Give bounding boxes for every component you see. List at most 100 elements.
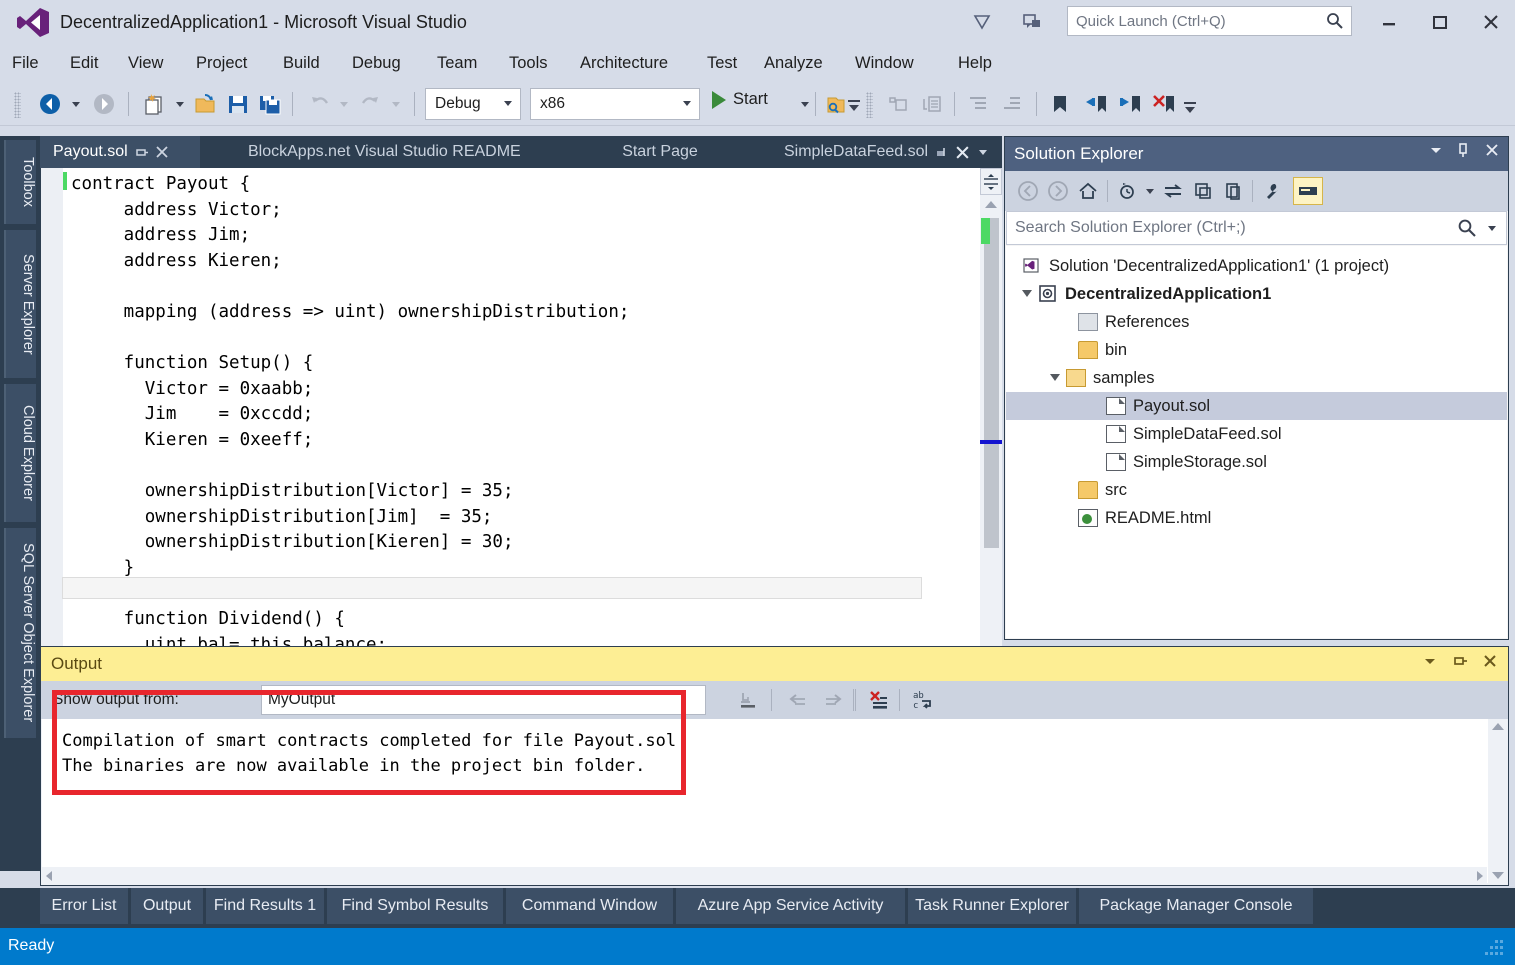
go-to-previous-message-icon[interactable]	[781, 685, 815, 715]
bottom-tab-error-list[interactable]: Error List	[40, 888, 128, 924]
back-icon[interactable]	[1013, 177, 1043, 205]
resize-grip-icon[interactable]	[1477, 938, 1507, 960]
menu-item-architecture[interactable]: Architecture	[580, 54, 668, 73]
solution-explorer-search-input[interactable]: Search Solution Explorer (Ctrl+;)	[1006, 211, 1507, 245]
bottom-tab-find-symbol-results[interactable]: Find Symbol Results	[327, 888, 503, 924]
previous-bookmark-icon[interactable]	[1082, 90, 1112, 118]
scroll-right-icon[interactable]	[1477, 871, 1483, 881]
preview-selected-items-icon[interactable]	[1293, 177, 1323, 205]
sidebar-item-toolbox[interactable]: Toolbox	[4, 140, 36, 224]
sidebar-item-sql-server-object-explorer[interactable]: SQL Server Object Explorer	[4, 528, 36, 738]
collapse-all-icon[interactable]	[1218, 177, 1248, 205]
tab-simpledatafeed-sol[interactable]: SimpleDataFeed.sol	[740, 136, 1002, 168]
chevron-down-icon[interactable]	[1480, 226, 1496, 231]
outdent-icon[interactable]	[964, 90, 992, 118]
go-to-next-message-icon[interactable]	[816, 685, 850, 715]
output-horizontal-scrollbar[interactable]	[42, 867, 1487, 885]
sidebar-item-server-explorer[interactable]: Server Explorer	[4, 230, 36, 378]
tree-item-references[interactable]: References	[1006, 308, 1507, 336]
scroll-up-icon[interactable]	[985, 201, 997, 208]
tree-item-project[interactable]: DecentralizedApplication1	[1006, 280, 1507, 308]
indent-icon[interactable]	[998, 90, 1026, 118]
pin-icon[interactable]	[1456, 142, 1472, 163]
output-vertical-scrollbar[interactable]	[1488, 719, 1508, 883]
navigate-back-dropdown-icon[interactable]	[68, 90, 84, 118]
pin-icon[interactable]	[135, 145, 149, 159]
chevron-down-icon[interactable]	[1022, 290, 1032, 302]
uncomment-selection-icon[interactable]	[918, 90, 946, 118]
tab-payout-sol[interactable]: Payout.sol	[40, 136, 200, 168]
toolbar-overflow-icon-2[interactable]	[1184, 102, 1196, 116]
undo-dropdown-icon[interactable]	[336, 90, 352, 118]
navigate-back-icon[interactable]	[36, 90, 64, 118]
editor-vertical-scrollbar[interactable]	[980, 168, 1002, 646]
output-source-select[interactable]: MyOutput	[261, 685, 706, 715]
menu-item-test[interactable]: Test	[707, 54, 737, 73]
toggle-bookmark-icon[interactable]	[1046, 90, 1074, 118]
new-item-icon[interactable]	[140, 90, 168, 118]
sidebar-item-cloud-explorer[interactable]: Cloud Explorer	[4, 384, 36, 522]
bottom-tab-output[interactable]: Output	[131, 888, 203, 924]
toolbar-overflow-icon[interactable]	[848, 100, 860, 114]
minimize-button[interactable]	[1372, 8, 1406, 36]
menu-item-window[interactable]: Window	[855, 54, 914, 73]
clear-pane-icon[interactable]	[863, 685, 897, 715]
scroll-down-icon[interactable]	[1492, 872, 1504, 879]
menu-item-tools[interactable]: Tools	[509, 54, 548, 73]
close-icon[interactable]	[1482, 653, 1498, 674]
new-item-dropdown-icon[interactable]	[172, 90, 188, 118]
tree-item-simplestorage-sol[interactable]: SimpleStorage.sol	[1006, 448, 1507, 476]
menu-item-debug[interactable]: Debug	[352, 54, 401, 73]
menu-item-view[interactable]: View	[128, 54, 163, 73]
close-button[interactable]	[1474, 8, 1508, 36]
find-in-files-icon[interactable]	[822, 90, 850, 118]
close-icon[interactable]	[155, 145, 169, 159]
output-text-area[interactable]: Compilation of smart contracts completed…	[42, 719, 1507, 883]
redo-dropdown-icon[interactable]	[388, 90, 404, 118]
menu-item-help[interactable]: Help	[958, 54, 992, 73]
save-icon[interactable]	[224, 90, 252, 118]
split-view-icon[interactable]	[980, 168, 1002, 195]
tree-item-readme-html[interactable]: README.html	[1006, 504, 1507, 532]
scrollbar-thumb[interactable]	[984, 218, 999, 548]
toolbar-grip-2[interactable]	[866, 92, 873, 118]
close-icon[interactable]	[955, 145, 970, 160]
toolbar-grip[interactable]	[14, 92, 21, 118]
find-message-in-code-icon[interactable]	[731, 685, 765, 715]
scroll-left-icon[interactable]	[46, 871, 52, 881]
tree-item-payout-sol[interactable]: Payout.sol	[1006, 392, 1507, 420]
pending-changes-icon[interactable]	[1112, 177, 1142, 205]
bottom-tab-task-runner-explorer[interactable]: Task Runner Explorer	[908, 888, 1076, 924]
tree-item-samples[interactable]: samples	[1006, 364, 1507, 392]
undo-icon[interactable]	[306, 90, 334, 118]
menu-item-project[interactable]: Project	[196, 54, 247, 73]
tree-item-simpledatafeed-sol[interactable]: SimpleDataFeed.sol	[1006, 420, 1507, 448]
forward-icon[interactable]	[1043, 177, 1073, 205]
tree-item-src[interactable]: src	[1006, 476, 1507, 504]
menu-item-edit[interactable]: Edit	[70, 54, 98, 73]
menu-item-file[interactable]: File	[12, 54, 39, 73]
chevron-down-icon[interactable]	[1050, 374, 1060, 386]
home-icon[interactable]	[1073, 177, 1103, 205]
pin-icon[interactable]	[935, 145, 949, 159]
save-all-icon[interactable]	[256, 90, 284, 118]
bottom-tab-package-manager-console[interactable]: Package Manager Console	[1079, 888, 1313, 924]
chevron-down-icon[interactable]	[1428, 142, 1444, 163]
scroll-up-icon[interactable]	[1492, 723, 1504, 730]
bottom-tab-command-window[interactable]: Command Window	[506, 888, 673, 924]
chevron-down-icon[interactable]	[1422, 653, 1438, 674]
open-file-icon[interactable]	[192, 90, 220, 118]
pending-changes-dropdown-icon[interactable]	[1142, 177, 1158, 205]
feedback-icon[interactable]	[968, 8, 996, 36]
menu-item-team[interactable]: Team	[437, 54, 477, 73]
tab-start-page[interactable]: Start Page	[560, 136, 760, 168]
bottom-tab-find-results-1[interactable]: Find Results 1	[206, 888, 324, 924]
menu-item-build[interactable]: Build	[283, 54, 320, 73]
clear-bookmarks-icon[interactable]	[1150, 90, 1180, 118]
maximize-button[interactable]	[1423, 8, 1457, 36]
quick-launch-input[interactable]: Quick Launch (Ctrl+Q)	[1067, 6, 1352, 36]
sync-with-active-document-icon[interactable]	[1158, 177, 1188, 205]
solution-configuration-select[interactable]: Debug	[425, 88, 521, 120]
start-dropdown-icon[interactable]	[797, 90, 813, 118]
comment-selection-icon[interactable]	[884, 90, 912, 118]
